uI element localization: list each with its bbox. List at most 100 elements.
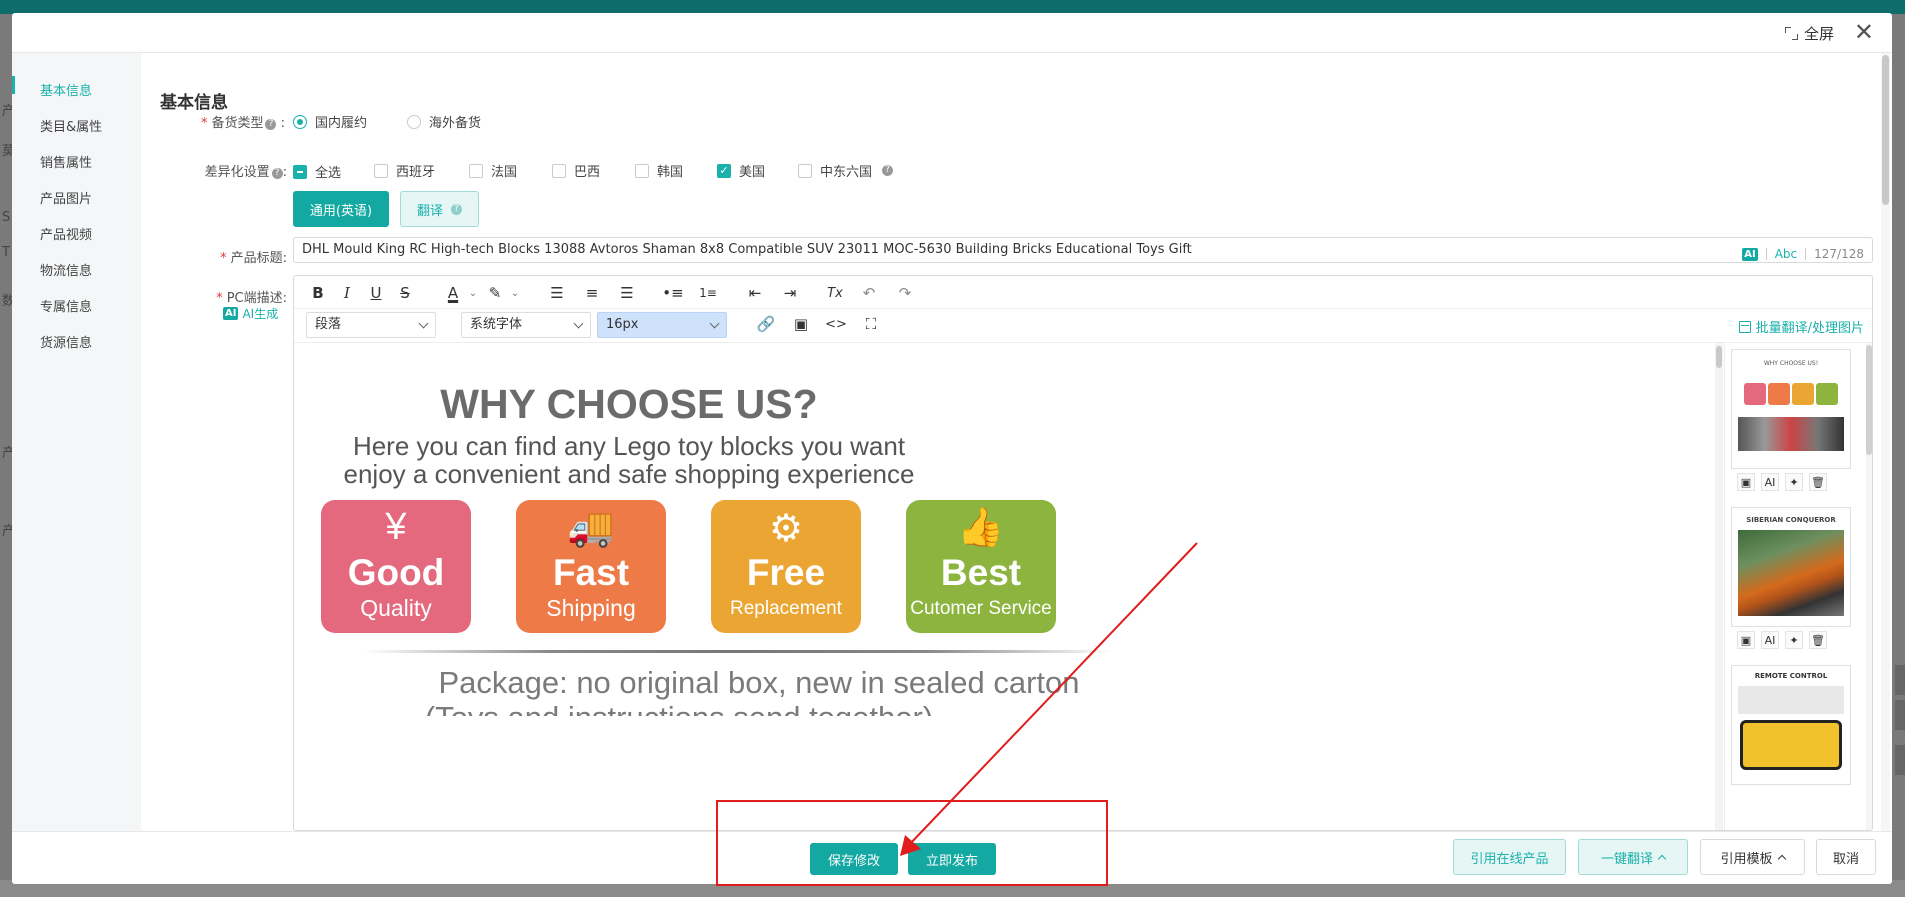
mini-tile — [1816, 383, 1838, 405]
scrollbar-thumb[interactable] — [1866, 345, 1872, 455]
align-center-icon[interactable]: ≡ — [581, 282, 603, 304]
nav-item-category-attributes[interactable]: 类目&属性 — [40, 116, 102, 135]
insert-image-icon[interactable]: ▣ — [790, 313, 812, 335]
form-content: 基本信息 * 备货类型? : 国内履约 海外备货 差异化设置?: 全选 西班牙 法… — [141, 53, 1892, 831]
bg-edge-tab — [1895, 745, 1905, 775]
nav-item-logistics[interactable]: 物流信息 — [40, 260, 92, 279]
numbered-list-icon[interactable]: 1≡ — [697, 282, 719, 304]
magic-wand-icon[interactable]: ✦ — [1785, 631, 1803, 649]
diff-settings-label: 差异化设置?: — [159, 161, 287, 180]
general-english-button[interactable]: 通用(英语) — [293, 191, 389, 227]
scrollbar-thumb[interactable] — [1716, 346, 1722, 368]
promo-tile-free-replacement: ⚙ Free Replacement — [711, 500, 861, 633]
tile-big-text: Fast — [552, 552, 630, 593]
bold-icon[interactable]: B — [307, 282, 329, 304]
thumbnail-1[interactable]: WHY CHOOSE US! — [1731, 349, 1851, 469]
editor-fullscreen-icon[interactable]: ⛶ — [860, 313, 882, 335]
annotation-highlight-box — [716, 800, 1108, 886]
reference-online-product-button[interactable]: 引用在线产品 — [1453, 839, 1566, 875]
image-thumbnail-panel: WHY CHOOSE US! ▣ AI ✦ 🗑 SIBERIAN CONQUER… — [1724, 343, 1872, 830]
radio-overseas[interactable]: 海外备货 — [407, 112, 481, 131]
bg-edge-tab — [1895, 700, 1905, 730]
bg-edge-tab — [1895, 665, 1905, 695]
align-left-icon[interactable]: ☰ — [546, 282, 568, 304]
indent-icon[interactable]: ⇥ — [779, 282, 801, 304]
fullscreen-button[interactable]: 全屏 — [1784, 23, 1834, 44]
thumbnail-phone — [1740, 720, 1842, 770]
promo-line-1: Here you can find any Lego toy blocks yo… — [352, 431, 906, 461]
translate-button[interactable]: 翻译 ? — [400, 191, 479, 227]
ai-image-icon[interactable]: AI — [1761, 473, 1779, 491]
label-colon: : — [282, 165, 287, 180]
outdent-icon[interactable]: ⇤ — [744, 282, 766, 304]
nav-item-exclusive-info[interactable]: 专属信息 — [40, 296, 92, 315]
trash-icon[interactable]: 🗑 — [1809, 473, 1827, 491]
cancel-button[interactable]: 取消 — [1816, 839, 1876, 875]
highlight-icon[interactable]: ✎ — [484, 282, 506, 304]
nav-item-product-images[interactable]: 产品图片 — [40, 188, 92, 207]
underline-icon[interactable]: U — [365, 282, 387, 304]
magic-wand-icon[interactable]: ✦ — [1785, 473, 1803, 491]
checkbox-usa[interactable]: ✓ 美国 — [717, 161, 765, 180]
font-size-select[interactable]: 16px — [597, 312, 727, 338]
background-app-header — [0, 0, 1905, 14]
help-icon[interactable]: ? — [271, 168, 283, 179]
close-icon[interactable]: ✕ — [1854, 20, 1874, 44]
align-right-icon[interactable]: ☰ — [616, 282, 638, 304]
checkbox-korea[interactable]: 韩国 — [635, 161, 683, 180]
bullet-list-icon[interactable]: •≡ — [662, 282, 684, 304]
nav-item-source-info[interactable]: 货源信息 — [40, 332, 92, 351]
paragraph-select[interactable]: 段落 — [306, 312, 436, 338]
chevron-down-icon — [573, 318, 584, 329]
ai-title-icon[interactable]: AI — [1742, 247, 1758, 261]
section-nav: 基本信息 类目&属性 销售属性 产品图片 产品视频 物流信息 专属信息 货源信息 — [12, 53, 141, 831]
one-click-translate-button[interactable]: 一键翻译 — [1578, 839, 1688, 875]
italic-icon[interactable]: I — [336, 282, 358, 304]
editor-content-area[interactable]: WHY CHOOSE US? Here you can find any Leg… — [294, 343, 1729, 716]
yen-ticket-icon: ¥ — [385, 506, 407, 548]
checkbox-spain[interactable]: 西班牙 — [374, 161, 435, 180]
promo-divider — [364, 650, 1114, 653]
checkbox-middle-east[interactable]: 中东六国 ? — [798, 161, 894, 180]
radio-domestic[interactable]: 国内履约 — [293, 112, 367, 131]
modal-scrollbar[interactable] — [1881, 53, 1890, 831]
strikethrough-icon[interactable]: S — [394, 282, 416, 304]
link-icon[interactable]: 🔗 — [755, 313, 777, 335]
undo-icon[interactable]: ↶ — [858, 282, 880, 304]
chevron-down-icon[interactable]: ⌄ — [462, 282, 484, 304]
nav-item-sales-attributes[interactable]: 销售属性 — [40, 152, 92, 171]
radio-label: 国内履约 — [315, 116, 368, 131]
product-title-label-text: 产品标题: — [230, 251, 287, 266]
edit-image-icon[interactable]: ▣ — [1737, 631, 1755, 649]
thumbnail-2[interactable]: SIBERIAN CONQUEROR — [1731, 507, 1851, 627]
product-title-input[interactable]: DHL Mould King RC High-tech Blocks 13088… — [293, 237, 1873, 263]
editor-scrollbar[interactable] — [1715, 343, 1723, 830]
ai-image-icon[interactable]: AI — [1761, 631, 1779, 649]
promo-headline: WHY CHOOSE US? — [440, 381, 818, 427]
checkbox-brazil[interactable]: 巴西 — [552, 161, 600, 180]
help-icon[interactable]: ? — [265, 119, 277, 130]
checkbox-france[interactable]: 法国 — [469, 161, 517, 180]
abc-case-button[interactable]: Abc — [1775, 242, 1797, 266]
thumbnail-scrollbar[interactable] — [1866, 343, 1872, 830]
thumbnail-3[interactable]: REMOTE CONTROL — [1731, 665, 1851, 785]
font-family-select[interactable]: 系统字体 — [461, 312, 591, 338]
chevron-down-icon[interactable]: ⌄ — [504, 282, 526, 304]
redo-icon[interactable]: ↷ — [894, 282, 916, 304]
translate-label: 翻译 — [416, 203, 443, 219]
reference-template-button[interactable]: 引用模板 — [1700, 839, 1805, 875]
clear-format-icon[interactable]: Tx — [824, 282, 846, 304]
code-icon[interactable]: <> — [825, 313, 847, 335]
batch-translate-images-button[interactable]: 批量翻译/处理图片 — [1738, 317, 1864, 336]
ai-generate-button[interactable]: AI AI生成 — [223, 305, 278, 322]
scrollbar-thumb[interactable] — [1882, 55, 1889, 205]
checkbox-select-all[interactable]: 全选 — [293, 162, 341, 181]
edit-image-icon[interactable]: ▣ — [1737, 473, 1755, 491]
trash-icon[interactable]: 🗑 — [1809, 631, 1827, 649]
nav-item-basic-info[interactable]: 基本信息 — [40, 80, 92, 99]
checkbox-label: 西班牙 — [396, 165, 436, 180]
help-icon[interactable]: ? — [882, 165, 894, 176]
fullscreen-icon — [1784, 27, 1798, 40]
nav-item-product-video[interactable]: 产品视频 — [40, 224, 92, 243]
font-color-icon[interactable]: A — [442, 282, 464, 304]
